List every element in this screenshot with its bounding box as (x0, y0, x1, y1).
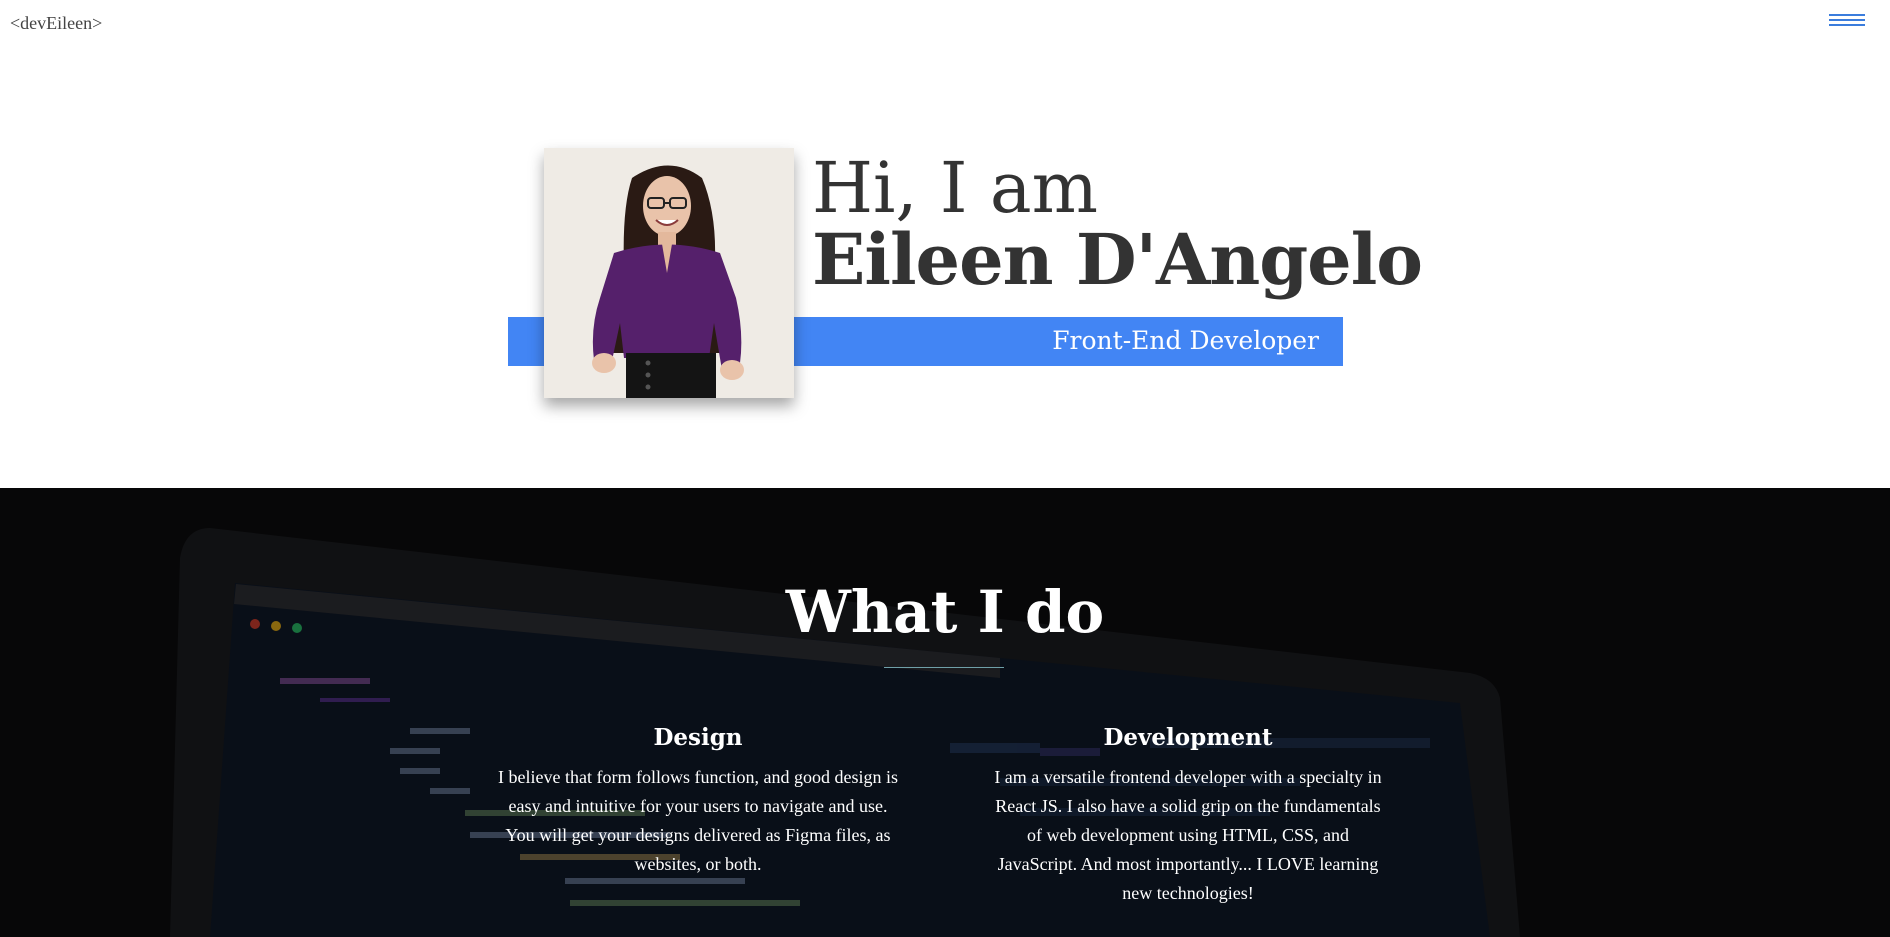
service-development: Development I am a versatile frontend de… (988, 724, 1388, 908)
section-title: What I do (785, 578, 1105, 646)
title-divider (884, 667, 1004, 668)
hero-section: Front-End Developer Hi, I am Eileen D'An… (0, 0, 1890, 488)
laptop-code-background (0, 488, 1890, 937)
hero-name: Eileen D'Angelo (812, 218, 1423, 301)
profile-photo (544, 148, 794, 398)
service-description: I am a versatile frontend developer with… (994, 767, 1382, 903)
hero-greeting: Hi, I am (812, 147, 1098, 229)
profile-photo-illustration (544, 148, 794, 398)
service-heading: Design (653, 724, 743, 751)
service-description: I believe that form follows function, an… (498, 767, 898, 874)
service-heading: Development (1103, 724, 1273, 751)
what-i-do-section: What I do Design I believe that form fol… (0, 488, 1890, 937)
role-title: Front-End Developer (1052, 326, 1319, 355)
service-design: Design I believe that form follows funct… (498, 724, 898, 879)
